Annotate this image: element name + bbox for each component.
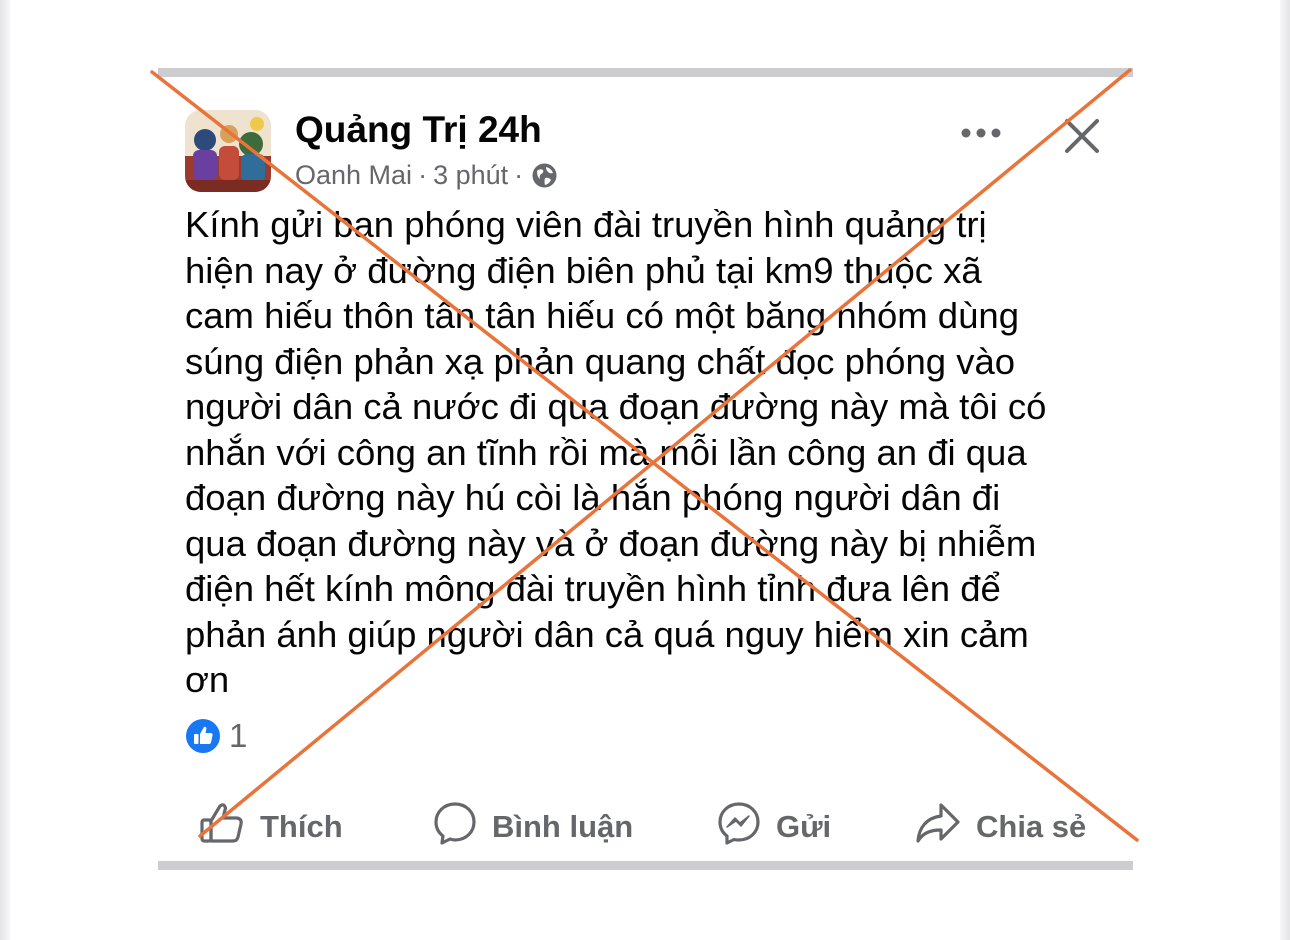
facebook-post-card: Quảng Trị 24h Oanh Mai · 3 phút · Kính g… <box>158 68 1133 870</box>
screenshot-page: Quảng Trị 24h Oanh Mai · 3 phút · Kính g… <box>0 0 1290 940</box>
post-text-line: Kính gửi ban phóng viên đài truyền hình … <box>185 204 987 245</box>
send-label: Gửi <box>776 809 832 844</box>
post-action-bar: Thích Bình luận Gửi Chia sẻ <box>158 799 1133 855</box>
share-arrow-icon <box>914 801 976 853</box>
meta-separator: · <box>418 160 428 190</box>
post-body-text: Kính gửi ban phóng viên đài truyền hình … <box>185 202 1115 703</box>
post-text-line: nhắn với công an tĩnh rồi mà mỗi lần côn… <box>185 431 1027 473</box>
comment-bubble-icon <box>432 800 492 854</box>
comment-label: Bình luận <box>492 809 634 844</box>
post-meta: Oanh Mai · 3 phút · <box>295 160 558 191</box>
post-time[interactable]: 3 phút <box>433 160 508 191</box>
page-name[interactable]: Quảng Trị 24h <box>295 109 542 151</box>
page-edge-left <box>0 0 10 940</box>
post-text-line: phản ánh giúp người dân cả quá nguy hiểm… <box>185 613 1029 655</box>
messenger-icon <box>716 800 776 854</box>
globe-icon <box>531 162 558 189</box>
post-text-line: cam hiếu thôn tân tân hiếu có một băng n… <box>185 295 1019 336</box>
page-avatar[interactable] <box>185 110 271 192</box>
send-button[interactable]: Gửi <box>716 799 831 855</box>
share-button[interactable]: Chia sẻ <box>914 799 1086 855</box>
comment-button[interactable]: Bình luận <box>432 799 633 855</box>
share-label: Chia sẻ <box>976 809 1087 844</box>
close-icon[interactable] <box>1063 117 1101 155</box>
page-edge-right <box>1280 0 1290 940</box>
post-text-line: qua đoạn đường này và ở đoạn đường này b… <box>185 522 1037 564</box>
author-name[interactable]: Oanh Mai <box>295 160 412 191</box>
post-text-line: điện hết kính mông đài truyền hình tỉnh … <box>185 568 1001 609</box>
post-text-line: súng điện phản xạ phản quang chất đọc ph… <box>185 340 1016 382</box>
more-options-icon[interactable] <box>958 121 1004 145</box>
like-button[interactable]: Thích <box>198 799 343 855</box>
post-text-line: ơn <box>185 659 230 700</box>
thumbs-up-icon <box>198 801 260 853</box>
like-reaction-icon <box>185 718 221 754</box>
reaction-count: 1 <box>229 717 248 754</box>
post-text-line: người dân cả nước đi qua đoạn đường này … <box>185 386 1047 427</box>
reaction-summary[interactable]: 1 <box>185 717 247 755</box>
like-label: Thích <box>260 809 343 844</box>
meta-separator: · <box>514 160 524 190</box>
post-text-line: đoạn đường này hú còi là hắn phóng người… <box>185 477 1001 518</box>
post-text-line: hiện nay ở đường điện biên phủ tại km9 t… <box>185 249 982 291</box>
